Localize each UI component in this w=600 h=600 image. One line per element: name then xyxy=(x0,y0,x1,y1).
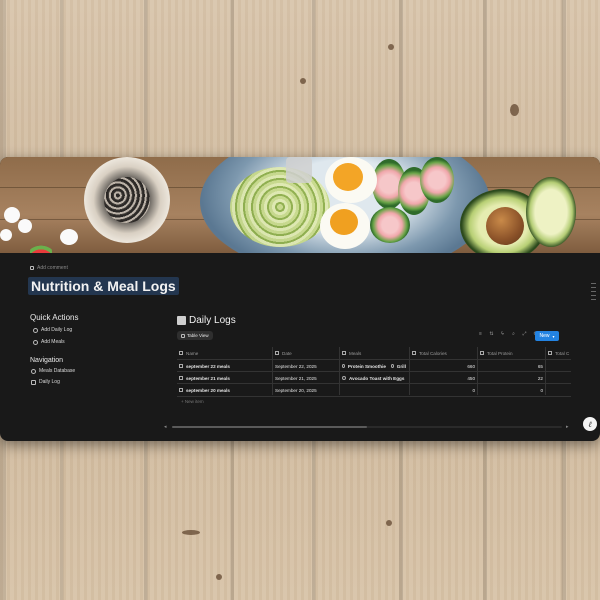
tab-table-view[interactable]: Table View xyxy=(177,331,213,340)
add-daily-log-label: Add Daily Log xyxy=(41,327,73,333)
sort-icon[interactable]: ⇅ xyxy=(489,332,494,337)
column-label: Meals xyxy=(349,350,362,356)
wood-knot xyxy=(510,104,519,116)
wood-knot xyxy=(300,78,306,84)
column-header-total-protein[interactable]: Total Protein xyxy=(480,347,543,359)
column-label: Date xyxy=(282,350,292,356)
new-button[interactable]: New ▾ xyxy=(535,331,559,341)
app-window: Add comment Nutrition & Meal Logs Quick … xyxy=(0,157,600,441)
page-icon xyxy=(179,376,183,380)
column-header-total-calories[interactable]: Total Calories xyxy=(412,347,475,359)
nav-meals-database-label: Meals Database xyxy=(39,368,76,374)
watermelon-icon xyxy=(30,241,52,253)
notion-logo-icon: ℓ xyxy=(588,419,592,429)
database-title-label: Daily Logs xyxy=(189,315,236,326)
add-comment-label: Add comment xyxy=(37,265,68,271)
column-header-meals[interactable]: Meals xyxy=(342,347,406,359)
formula-icon xyxy=(480,351,484,355)
relation-icon xyxy=(342,351,346,355)
help-button[interactable]: ℓ xyxy=(583,417,597,431)
outline-rail[interactable] xyxy=(591,283,596,303)
bowl-icon xyxy=(342,376,346,380)
row-name[interactable]: september 22 meals xyxy=(186,364,230,369)
calendar-icon xyxy=(275,351,279,355)
new-item-button[interactable]: + New item xyxy=(181,399,204,404)
meal-link[interactable]: Grill xyxy=(397,364,406,369)
meal-link[interactable]: Avocado Toast with Eggs xyxy=(349,376,404,381)
bowl-icon xyxy=(342,364,345,368)
expand-icon[interactable]: ⤢ xyxy=(522,332,527,337)
column-label: Total Calories xyxy=(419,350,447,356)
row-date[interactable]: September 20, 2025 xyxy=(275,384,337,396)
plus-circle-icon xyxy=(33,339,38,345)
calendar-icon xyxy=(31,379,36,385)
page-icon xyxy=(179,388,183,392)
bowl-icon xyxy=(31,368,36,374)
book-icon xyxy=(177,316,186,325)
scroll-thumb[interactable] xyxy=(172,426,367,428)
row-name[interactable]: september 20 meals xyxy=(186,388,230,393)
add-comment-button[interactable]: Add comment xyxy=(30,265,68,271)
nav-meals-database[interactable]: Meals Database xyxy=(31,368,75,374)
page-content: Add comment Nutrition & Meal Logs Quick … xyxy=(0,253,600,441)
wood-knot xyxy=(386,520,392,526)
new-button-label: New xyxy=(539,333,550,339)
table-header: Name Date Meals Total Calories Total Pro… xyxy=(177,347,571,359)
column-label: Total Protein xyxy=(487,350,513,356)
column-label: Name xyxy=(186,350,199,356)
table-row[interactable]: september 20 meals September 20, 2025 0 … xyxy=(177,383,571,397)
horizontal-scrollbar[interactable]: ◂ ▸ xyxy=(164,424,574,430)
chevron-down-icon: ▾ xyxy=(552,333,555,339)
quick-actions-heading: Quick Actions xyxy=(30,313,79,322)
tab-table-view-label: Table View xyxy=(187,333,209,338)
search-icon[interactable]: ⌕ xyxy=(511,332,516,337)
add-meals-label: Add Meals xyxy=(41,339,65,345)
wood-knot xyxy=(388,44,394,50)
column-header-name[interactable]: Name xyxy=(179,347,269,359)
nav-daily-log-label: Daily Log xyxy=(39,379,60,385)
column-label: Total C xyxy=(555,350,570,356)
database-title[interactable]: Daily Logs xyxy=(177,315,236,326)
nav-daily-log[interactable]: Daily Log xyxy=(31,379,60,385)
scroll-right-icon[interactable]: ▸ xyxy=(566,424,569,430)
add-daily-log-button[interactable]: Add Daily Log xyxy=(33,327,72,333)
table-icon xyxy=(181,333,185,338)
row-name[interactable]: september 21 meals xyxy=(186,376,230,381)
row-protein[interactable]: 0 xyxy=(480,384,543,396)
column-header-total-carbs[interactable]: Total C xyxy=(548,347,571,359)
scroll-left-icon[interactable]: ◂ xyxy=(164,424,167,430)
bowl-icon xyxy=(390,364,394,368)
column-header-date[interactable]: Date xyxy=(275,347,337,359)
database-toolbar: ≡ ⇅ ϟ ⌕ ⤢ ⚙ xyxy=(478,332,538,337)
wood-knot xyxy=(216,574,222,580)
spice-bowl xyxy=(84,157,170,243)
add-meals-button[interactable]: Add Meals xyxy=(33,339,65,345)
page-title[interactable]: Nutrition & Meal Logs xyxy=(28,277,179,295)
row-calories[interactable]: 0 xyxy=(412,384,475,396)
comment-icon xyxy=(30,266,34,270)
navigation-heading: Navigation xyxy=(30,357,64,364)
lightning-icon[interactable]: ϟ xyxy=(500,332,505,337)
page-icon xyxy=(179,364,183,368)
text-icon xyxy=(179,351,183,355)
plus-circle-icon xyxy=(33,327,38,333)
row-meals[interactable] xyxy=(342,384,406,396)
formula-icon xyxy=(412,351,416,355)
formula-icon xyxy=(548,351,552,355)
cover-image xyxy=(0,157,600,253)
wood-knot xyxy=(182,530,200,535)
filter-icon[interactable]: ≡ xyxy=(478,332,483,337)
meal-link[interactable]: Protein Smoothie xyxy=(348,364,386,369)
